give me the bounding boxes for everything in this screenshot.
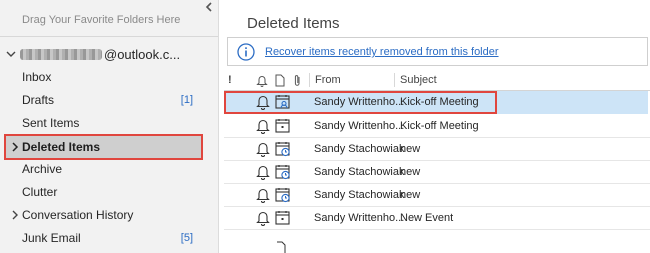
message-row-partial[interactable] xyxy=(224,238,650,253)
reminder-bell-icon xyxy=(256,165,270,180)
calendar-clock-icon xyxy=(275,142,290,157)
folder-conversation-history[interactable]: Conversation History xyxy=(0,204,218,226)
unread-count: [1] xyxy=(180,94,193,106)
folder-label: Conversation History xyxy=(22,208,134,222)
column-header: ! From Subject xyxy=(224,70,650,91)
chevron-right-icon[interactable] xyxy=(11,142,19,152)
column-separator[interactable] xyxy=(309,73,310,87)
collapse-pane-icon[interactable] xyxy=(205,2,213,12)
message-row[interactable]: Sandy Stachowiak new xyxy=(224,161,650,184)
from-column-header[interactable]: From xyxy=(315,74,341,86)
reminder-bell-icon xyxy=(256,95,270,110)
message-from: Sandy Writtenho... xyxy=(314,120,405,132)
message-from: Sandy Stachowiak xyxy=(314,166,405,178)
message-subject: New Event xyxy=(400,212,454,224)
column-separator[interactable] xyxy=(394,73,395,87)
folder-label: Drafts xyxy=(22,93,55,107)
message-from: Sandy Writtenho... xyxy=(314,96,405,108)
message-row[interactable]: Sandy Writtenho... Kick-off Meeting xyxy=(224,115,650,138)
message-subject: Kick-off Meeting xyxy=(400,120,479,132)
folder-inbox[interactable]: Inbox xyxy=(0,66,218,88)
message-subject: new xyxy=(400,166,421,178)
folder-label: Junk Email xyxy=(22,231,81,245)
folder-clutter[interactable]: Clutter xyxy=(0,181,218,203)
blurred-account-name xyxy=(20,48,102,60)
folder-junk-email[interactable]: Junk Email [5] xyxy=(0,227,218,249)
folder-label: Archive xyxy=(22,162,63,176)
message-subject: Kick-off Meeting xyxy=(400,96,479,108)
folder-deleted-items[interactable]: Deleted Items xyxy=(4,134,203,160)
favorites-hint: Drag Your Favorite Folders Here xyxy=(22,14,181,26)
message-row[interactable]: Sandy Writtenho... Kick-off Meeting xyxy=(224,91,497,114)
chevron-right-icon[interactable] xyxy=(11,210,19,220)
folder-label: Inbox xyxy=(22,70,52,84)
meeting-response-icon xyxy=(275,95,290,109)
attachment-icon[interactable] xyxy=(293,74,302,87)
reminder-bell-icon[interactable] xyxy=(256,74,268,87)
folder-label: Sent Items xyxy=(22,116,80,130)
account-header[interactable]: @outlook.c... xyxy=(6,44,180,64)
folder-drafts[interactable]: Drafts [1] xyxy=(0,89,218,111)
selection-extension xyxy=(497,91,648,114)
message-subject: new xyxy=(400,143,421,155)
account-email: @outlook.c... xyxy=(104,46,181,62)
folder-label: Clutter xyxy=(22,185,58,199)
folder-sent-items[interactable]: Sent Items xyxy=(0,112,218,134)
calendar-icon xyxy=(275,211,290,225)
reminder-bell-icon xyxy=(256,119,270,134)
folder-archive[interactable]: Archive xyxy=(0,158,218,180)
document-icon xyxy=(277,241,286,253)
favorites-divider xyxy=(0,36,218,37)
chevron-down-icon[interactable] xyxy=(6,49,16,59)
recover-items-bar: Recover items recently removed from this… xyxy=(227,37,648,66)
message-from: Sandy Stachowiak xyxy=(314,143,405,155)
item-type-icon[interactable] xyxy=(275,74,285,87)
folder-label: Deleted Items xyxy=(22,140,101,154)
folder-pane: Drag Your Favorite Folders Here @outlook… xyxy=(0,0,219,253)
message-row[interactable]: Sandy Writtenho... New Event xyxy=(224,207,650,230)
message-row[interactable]: Sandy Stachowiak new xyxy=(224,184,650,207)
importance-column-header[interactable]: ! xyxy=(228,74,232,86)
reminder-bell-icon xyxy=(256,188,270,203)
message-from: Sandy Writtenho... xyxy=(314,212,405,224)
unread-count: [5] xyxy=(180,232,193,244)
message-subject: new xyxy=(400,189,421,201)
reminder-bell-icon xyxy=(256,211,270,226)
subject-column-header[interactable]: Subject xyxy=(400,74,437,86)
info-icon xyxy=(237,43,255,61)
calendar-clock-icon xyxy=(275,188,290,203)
page-title: Deleted Items xyxy=(247,15,340,32)
message-from: Sandy Stachowiak xyxy=(314,189,405,201)
calendar-icon xyxy=(275,119,290,133)
calendar-clock-icon xyxy=(275,165,290,180)
reminder-bell-icon xyxy=(256,142,270,157)
recover-items-link[interactable]: Recover items recently removed from this… xyxy=(265,46,499,58)
message-row[interactable]: Sandy Stachowiak new xyxy=(224,138,650,161)
